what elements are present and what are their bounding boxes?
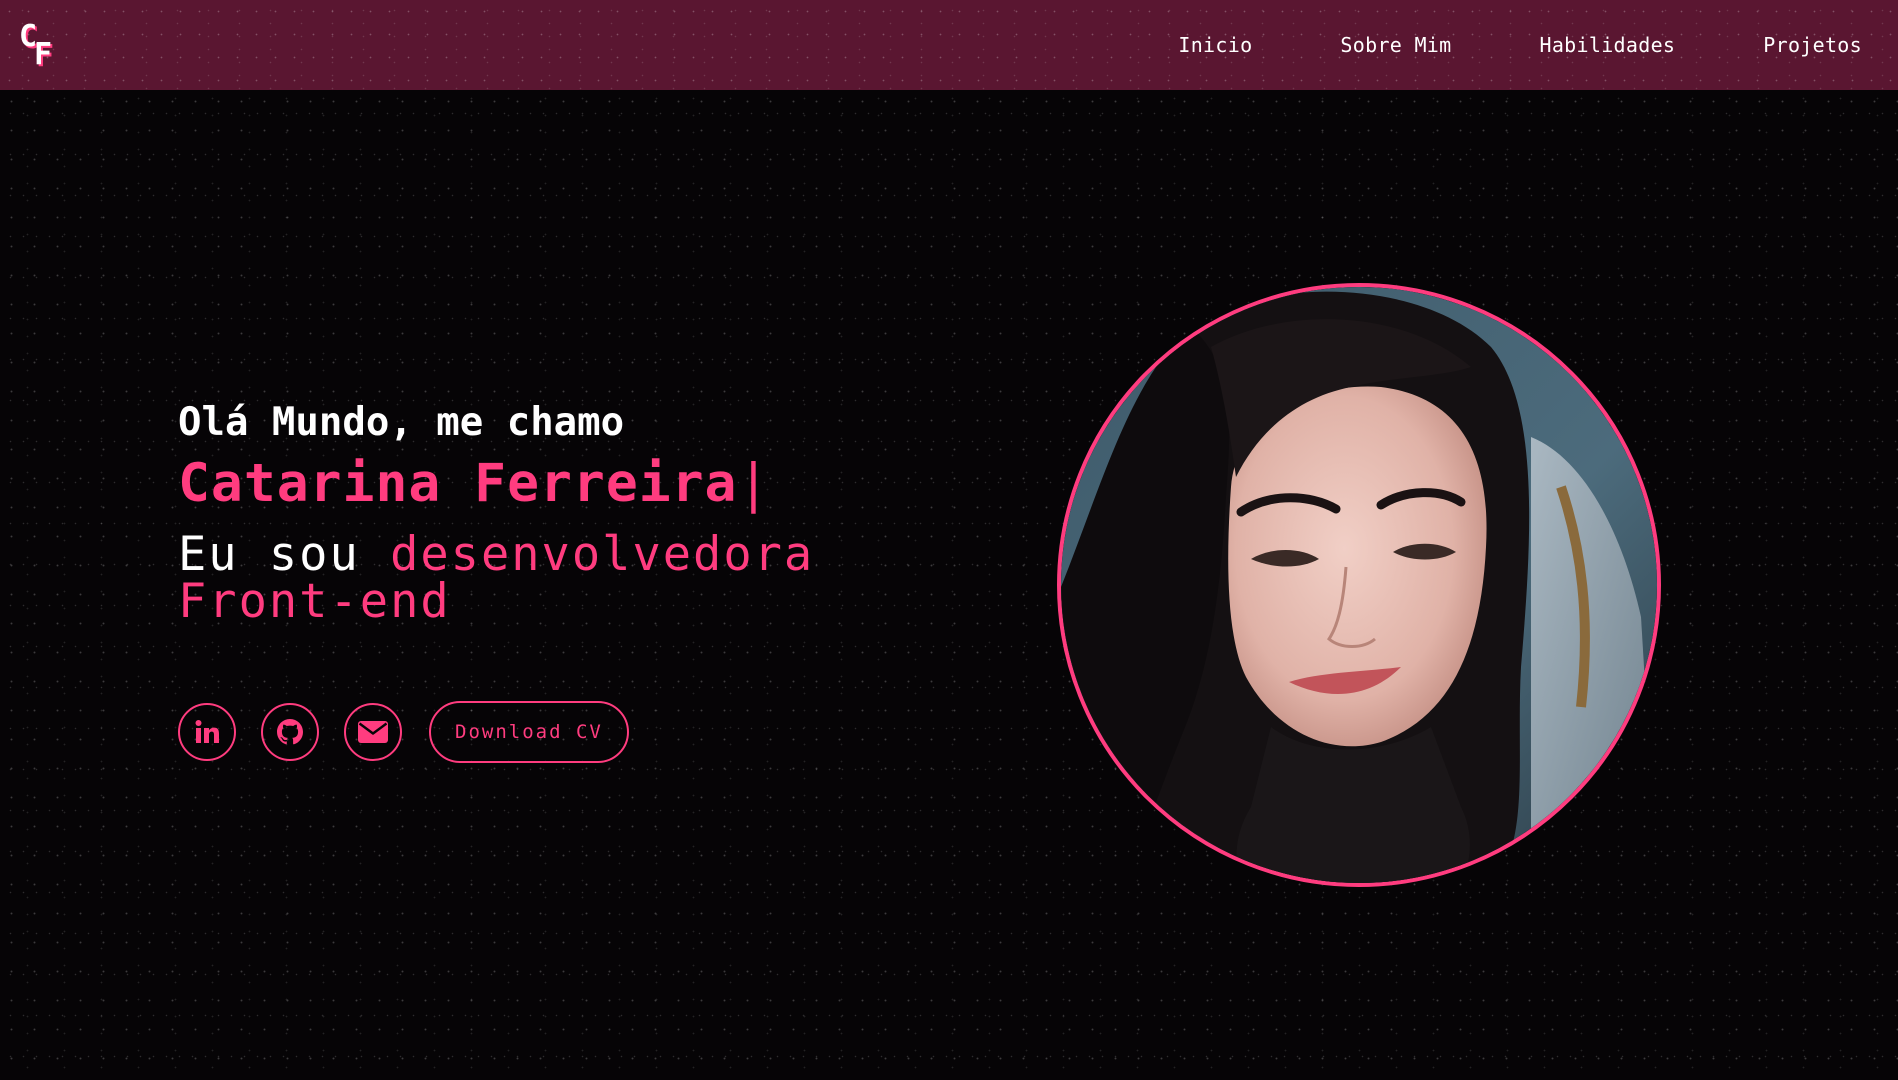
nav-link-sobre-mim[interactable]: Sobre Mim — [1340, 33, 1451, 57]
hero-actions: Download CV — [178, 701, 629, 763]
svg-text:F: F — [34, 37, 52, 72]
cf-monogram-logo[interactable]: C F C F — [18, 14, 74, 72]
name-text: Catarina Ferreira — [178, 452, 738, 514]
typing-cursor: | — [737, 452, 771, 514]
envelope-icon — [358, 721, 388, 743]
linkedin-button[interactable] — [178, 703, 236, 761]
hero-intro: Olá Mundo, me chamo Catarina Ferreira| E… — [178, 400, 898, 625]
main-nav: Inicio Sobre Mim Habilidades Projetos — [1178, 0, 1862, 90]
profile-photo — [1057, 283, 1661, 887]
portrait-illustration — [1061, 287, 1657, 883]
greeting-text: Olá Mundo, me chamo — [178, 400, 625, 445]
nav-link-projetos[interactable]: Projetos — [1763, 33, 1862, 57]
github-button[interactable] — [261, 703, 319, 761]
linkedin-icon — [195, 720, 219, 743]
top-navigation-bar: C F C F Inicio Sobre Mim Habilidades Pro… — [0, 0, 1898, 90]
nav-link-habilidades[interactable]: Habilidades — [1540, 33, 1676, 57]
nav-link-inicio[interactable]: Inicio — [1178, 33, 1252, 57]
email-button[interactable] — [344, 703, 402, 761]
role-text: Eu sou desenvolvedora Front-end — [178, 531, 898, 625]
hero-name: Catarina Ferreira| — [178, 451, 898, 517]
github-icon — [277, 719, 303, 745]
download-cv-button[interactable]: Download CV — [429, 701, 629, 763]
